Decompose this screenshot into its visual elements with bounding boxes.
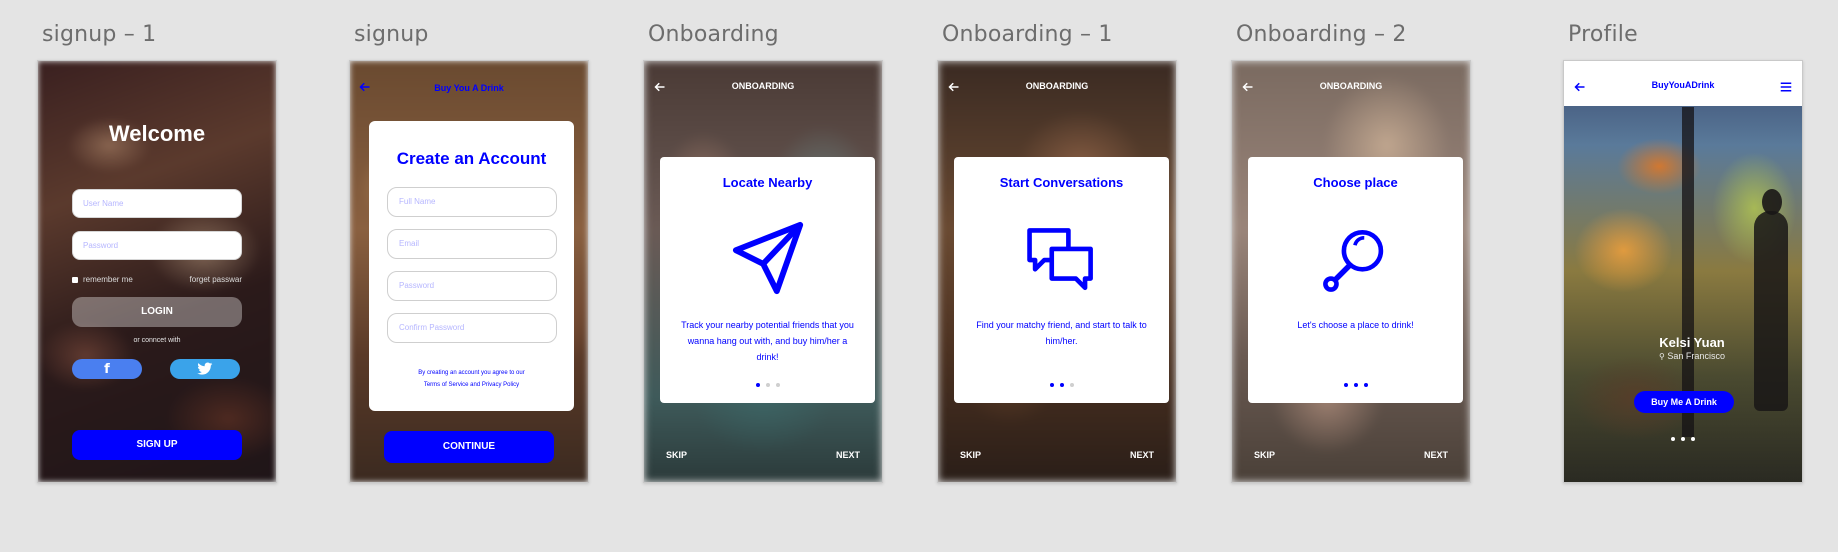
card-description: Find your matchy friend, and start to ta… (976, 320, 1147, 346)
header-title: ONBOARDING (731, 81, 795, 91)
card-title: Choose place (1313, 175, 1398, 190)
page-dot-active[interactable] (755, 383, 760, 387)
photo-pillar (1682, 107, 1694, 437)
onboarding-1-screen: ONBOARDING Start Conversations Find your… (937, 60, 1177, 483)
continue-button[interactable]: CONTINUE (384, 431, 554, 463)
photo-person (1754, 211, 1788, 411)
artboard-title-onboarding: Onboarding (648, 22, 779, 47)
page-indicator (1564, 437, 1802, 443)
terms-link[interactable]: Terms of Service and Privacy Policy (379, 379, 564, 391)
connect-with-label: or conncet with (133, 337, 181, 344)
card-title: Start Conversations (999, 175, 1124, 190)
location-text: San Francisco (1667, 351, 1725, 361)
welcome-heading: Welcome (108, 121, 206, 146)
remember-checkbox[interactable] (72, 277, 78, 283)
buy-me-a-drink-button[interactable]: Buy Me A Drink (1634, 391, 1734, 413)
navigation-arrow-icon (732, 221, 804, 295)
page-dot-active[interactable] (1671, 437, 1675, 441)
page-dot-active[interactable] (1059, 383, 1064, 387)
profile-screen: BuyYouADrink Kelsi Yuan ⚲ San Francisco … (1563, 60, 1803, 483)
username-input[interactable]: User Name (72, 189, 242, 218)
twitter-button[interactable] (170, 359, 240, 379)
remember-me-label[interactable]: remember me (83, 275, 133, 284)
header-title: Buy You A Drink (434, 83, 504, 93)
forgot-password-link[interactable]: forget passwar (190, 275, 242, 284)
header-title: BuyYouADrink (1651, 80, 1715, 90)
artboard-title-onboarding-2: Onboarding – 2 (1236, 22, 1407, 47)
skip-link[interactable]: SKIP (1254, 450, 1275, 460)
page-dot[interactable] (775, 383, 780, 387)
terms-text: By creating an account you agree to our … (379, 367, 564, 391)
twitter-icon (197, 362, 213, 375)
onboarding-card: Choose place Let's choose a place to dri… (1248, 157, 1463, 403)
artboard-title-onboarding-1: Onboarding – 1 (942, 22, 1113, 47)
signup-1-screen: Welcome User Name Password remember me f… (37, 60, 277, 483)
page-dot-active[interactable] (1343, 383, 1348, 387)
login-button[interactable]: LOGIN (72, 297, 242, 327)
onboarding-screen: ONBOARDING Locate Nearby Track your near… (643, 60, 883, 483)
profile-name: Kelsi Yuan (1659, 335, 1725, 350)
card-title: Create an Account (396, 149, 547, 168)
page-indicator (660, 383, 875, 389)
next-link[interactable]: NEXT (1130, 450, 1154, 460)
artboard-title-signup-1: signup – 1 (42, 22, 157, 47)
email-input[interactable]: Email (387, 229, 557, 259)
facebook-button[interactable]: f (72, 359, 142, 379)
card-description: Let's choose a place to drink! (1297, 320, 1414, 330)
confirm-password-input[interactable]: Confirm Password (387, 313, 557, 343)
card-title: Locate Nearby (722, 175, 813, 190)
onboarding-card: Start Conversations Find your matchy fri… (954, 157, 1169, 403)
password-input[interactable]: Password (387, 271, 557, 301)
remember-row: remember me forget passwar (72, 275, 242, 287)
page-indicator (1248, 383, 1463, 389)
password-input[interactable]: Password (72, 231, 242, 260)
terms-line-1: By creating an account you agree to our (418, 370, 525, 376)
location-pin-icon: ⚲ (1659, 352, 1665, 361)
header-title: ONBOARDING (1319, 81, 1383, 91)
page-dot-active[interactable] (1353, 383, 1358, 387)
page-dot[interactable] (765, 383, 770, 387)
page-dot[interactable] (1691, 437, 1695, 441)
page-indicator (954, 383, 1169, 389)
facebook-icon: f (104, 362, 110, 377)
sign-up-button[interactable]: SIGN UP (72, 430, 242, 460)
page-dot[interactable] (1681, 437, 1685, 441)
page-dot-active[interactable] (1363, 383, 1368, 387)
page-dot[interactable] (1069, 383, 1074, 387)
artboard-title-profile: Profile (1568, 22, 1638, 47)
card-description: Track your nearby potential friends that… (681, 320, 854, 362)
next-link[interactable]: NEXT (1424, 450, 1448, 460)
hamburger-menu-icon[interactable] (1780, 81, 1792, 93)
onboarding-2-screen: ONBOARDING Choose place Let's choose a p… (1231, 60, 1471, 483)
header-title: ONBOARDING (1025, 81, 1089, 91)
artboard-title-signup: signup (354, 22, 429, 47)
magnifier-icon (1323, 229, 1384, 292)
create-account-card: Create an Account Full Name Email Passwo… (369, 121, 574, 411)
next-link[interactable]: NEXT (836, 450, 860, 460)
page-dot-active[interactable] (1049, 383, 1054, 387)
skip-link[interactable]: SKIP (666, 450, 687, 460)
chat-bubbles-icon (1027, 228, 1093, 291)
full-name-input[interactable]: Full Name (387, 187, 557, 217)
profile-location: ⚲ San Francisco (1612, 351, 1772, 361)
onboarding-card: Locate Nearby Track your nearby potentia… (660, 157, 875, 403)
skip-link[interactable]: SKIP (960, 450, 981, 460)
profile-header: BuyYouADrink (1564, 61, 1802, 106)
signup-screen: Buy You A Drink Create an Account Full N… (349, 60, 589, 483)
